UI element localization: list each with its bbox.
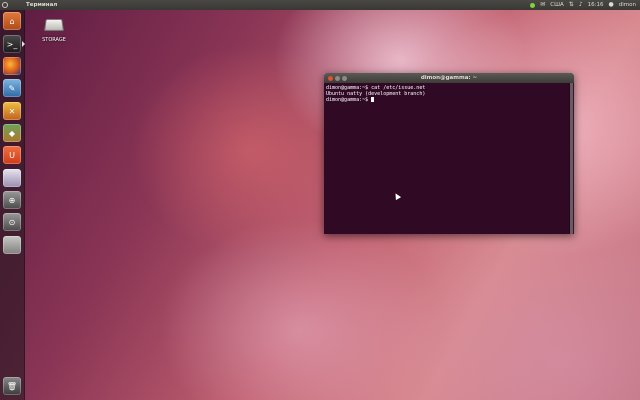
home-folder-icon[interactable]: ⌂	[3, 12, 21, 30]
desktop-icon-storage[interactable]: STORAGE	[38, 18, 70, 43]
applications-lens-icon[interactable]: ⊕	[3, 191, 21, 209]
online-status-icon[interactable]	[530, 2, 536, 8]
files-lens-icon[interactable]: ⊙	[3, 213, 21, 231]
window-titlebar[interactable]: dimon@gamma: ~	[324, 73, 574, 83]
top-panel: Терминал ✉ США ⇅ ♪ 16:16 ● dimon	[0, 0, 640, 10]
mail-icon[interactable]: ✉	[540, 0, 545, 10]
storage-drive-icon[interactable]	[3, 236, 21, 254]
launcher: ⌂ >_ ✎ ✕ ◆ U ⊕ ⊙ 🗑	[0, 10, 25, 400]
terminal-prompt: dimon@gamma:~$	[326, 97, 372, 104]
terminal-output[interactable]: dimon@gamma:~$ cat /etc/issue.net Ubuntu…	[324, 83, 574, 234]
game-icon[interactable]: ✕	[3, 102, 21, 120]
clock[interactable]: 16:16	[588, 2, 604, 8]
software-center-icon[interactable]: ◆	[3, 124, 21, 142]
workspace-switcher-icon[interactable]	[3, 169, 21, 187]
trash-icon[interactable]: 🗑	[3, 377, 21, 395]
terminal-prompt-line: dimon@gamma:~$	[326, 97, 572, 103]
drive-icon	[44, 19, 64, 31]
keyboard-layout-indicator[interactable]: США	[550, 2, 563, 8]
active-app-title[interactable]: Терминал	[26, 2, 57, 8]
desktop-icon-label: STORAGE	[42, 37, 66, 43]
user-name[interactable]: dimon	[619, 2, 636, 8]
terminal-scrollbar[interactable]	[569, 83, 574, 234]
ubuntu-logo-icon[interactable]	[0, 0, 10, 10]
active-app-indicator	[22, 41, 25, 47]
ubuntu-one-icon[interactable]: U	[3, 146, 21, 164]
firefox-icon[interactable]	[3, 57, 21, 75]
user-icon[interactable]: ●	[609, 0, 614, 10]
window-title: dimon@gamma: ~	[420, 75, 478, 81]
terminal-icon[interactable]: >_	[3, 35, 21, 53]
writer-icon[interactable]: ✎	[3, 79, 21, 97]
indicator-area: ✉ США ⇅ ♪ 16:16 ● dimon	[530, 0, 636, 10]
terminal-window[interactable]: dimon@gamma: ~ dimon@gamma:~$ cat /etc/i…	[324, 73, 574, 234]
text-cursor	[371, 97, 375, 103]
volume-icon[interactable]: ♪	[579, 0, 583, 10]
network-icon[interactable]: ⇅	[569, 0, 574, 10]
